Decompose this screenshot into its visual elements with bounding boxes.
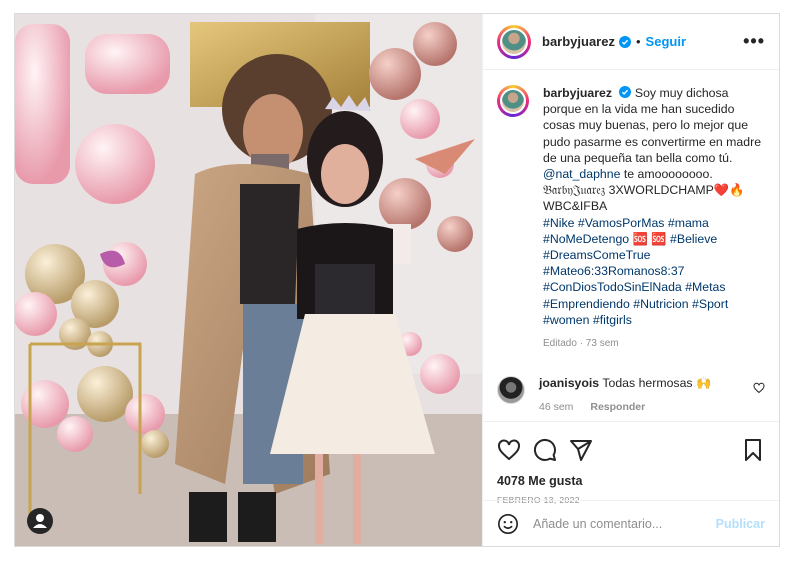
hashtag[interactable]: #Nike bbox=[543, 216, 574, 230]
hashtag[interactable]: #Mateo6:33Romanos8:37 bbox=[543, 264, 685, 278]
comment-text: Todas hermosas 🙌 bbox=[602, 376, 712, 391]
comment-avatar[interactable] bbox=[497, 376, 525, 405]
comment-username[interactable]: joanisyois bbox=[539, 376, 599, 390]
hashtag[interactable]: #fitgirls bbox=[593, 313, 632, 327]
comment-time: 46 sem bbox=[539, 401, 574, 414]
caption: barbyjuarez Soy muy dichosa porque en la… bbox=[497, 85, 765, 352]
emoji-icon[interactable] bbox=[497, 513, 519, 535]
post-photo[interactable] bbox=[15, 14, 482, 546]
separator-dot: • bbox=[635, 34, 641, 49]
verified-icon bbox=[619, 86, 632, 98]
more-icon[interactable]: ••• bbox=[743, 31, 765, 52]
follow-button[interactable]: Seguir bbox=[646, 34, 686, 49]
post-header: barbyjuarez • Seguir ••• bbox=[483, 14, 779, 70]
avatar[interactable] bbox=[497, 24, 531, 59]
emoji: 🆘 bbox=[651, 231, 667, 246]
heart-icon[interactable] bbox=[497, 438, 521, 462]
post-sidebar: barbyjuarez • Seguir ••• barbyjuarez Soy… bbox=[482, 14, 779, 546]
hashtag[interactable]: #Nutricion bbox=[633, 297, 688, 311]
caption-username[interactable]: barbyjuarez bbox=[543, 86, 612, 100]
photo-illustration bbox=[15, 14, 482, 546]
publish-button[interactable]: Publicar bbox=[716, 517, 765, 531]
comment-meta: 46 sem Responder bbox=[539, 401, 711, 413]
verified-icon bbox=[618, 35, 631, 48]
comments-section: barbyjuarez Soy muy dichosa porque en la… bbox=[483, 71, 779, 421]
hashtag[interactable]: #Believe bbox=[670, 232, 717, 246]
post-card: barbyjuarez • Seguir ••• barbyjuarez Soy… bbox=[14, 13, 780, 547]
hashtag[interactable]: #DreamsComeTrue bbox=[543, 248, 651, 262]
emoji: 🆘 bbox=[632, 231, 648, 246]
save-icon[interactable] bbox=[741, 438, 765, 462]
hashtag[interactable]: #women bbox=[543, 313, 589, 327]
hashtag[interactable]: #mama bbox=[668, 216, 709, 230]
caption-text: barbyjuarez Soy muy dichosa porque en la… bbox=[543, 85, 763, 352]
reply-button[interactable]: Responder bbox=[590, 401, 645, 413]
comment-item: joanisyois Todas hermosas 🙌 46 sem Respo… bbox=[497, 376, 765, 413]
header-username[interactable]: barbyjuarez bbox=[542, 34, 615, 49]
user-tag-icon[interactable] bbox=[27, 508, 53, 534]
action-icons bbox=[497, 434, 765, 466]
heart-small-icon[interactable] bbox=[753, 382, 765, 394]
share-icon[interactable] bbox=[569, 438, 593, 462]
caption-mention[interactable]: @nat_daphne bbox=[543, 167, 620, 181]
hashtag[interactable]: #VamosPorMas bbox=[578, 216, 665, 230]
hashtag[interactable]: #Emprendiendo bbox=[543, 297, 630, 311]
hashtag[interactable]: #Metas bbox=[685, 280, 725, 294]
comment-icon[interactable] bbox=[533, 438, 557, 462]
hashtag[interactable]: #ConDiosTodoSinElNada bbox=[543, 280, 682, 294]
caption-meta: Editado · 73 sem bbox=[543, 338, 619, 350]
action-bar: 4078 Me gusta FEBRERO 13, 2022 bbox=[483, 421, 779, 505]
comment-input[interactable] bbox=[533, 516, 716, 531]
hashtag[interactable]: #Sport bbox=[692, 297, 728, 311]
add-comment-bar: Publicar bbox=[483, 500, 779, 546]
caption-avatar[interactable] bbox=[497, 85, 529, 117]
tag-line: #Nike #VamosPorMas #mama #NoMeDetengo 🆘 … bbox=[543, 216, 728, 327]
hashtag[interactable]: #NoMeDetengo bbox=[543, 232, 629, 246]
comment-body: joanisyois Todas hermosas 🙌 46 sem Respo… bbox=[539, 376, 711, 413]
likes-count[interactable]: 4078 Me gusta bbox=[497, 474, 765, 488]
